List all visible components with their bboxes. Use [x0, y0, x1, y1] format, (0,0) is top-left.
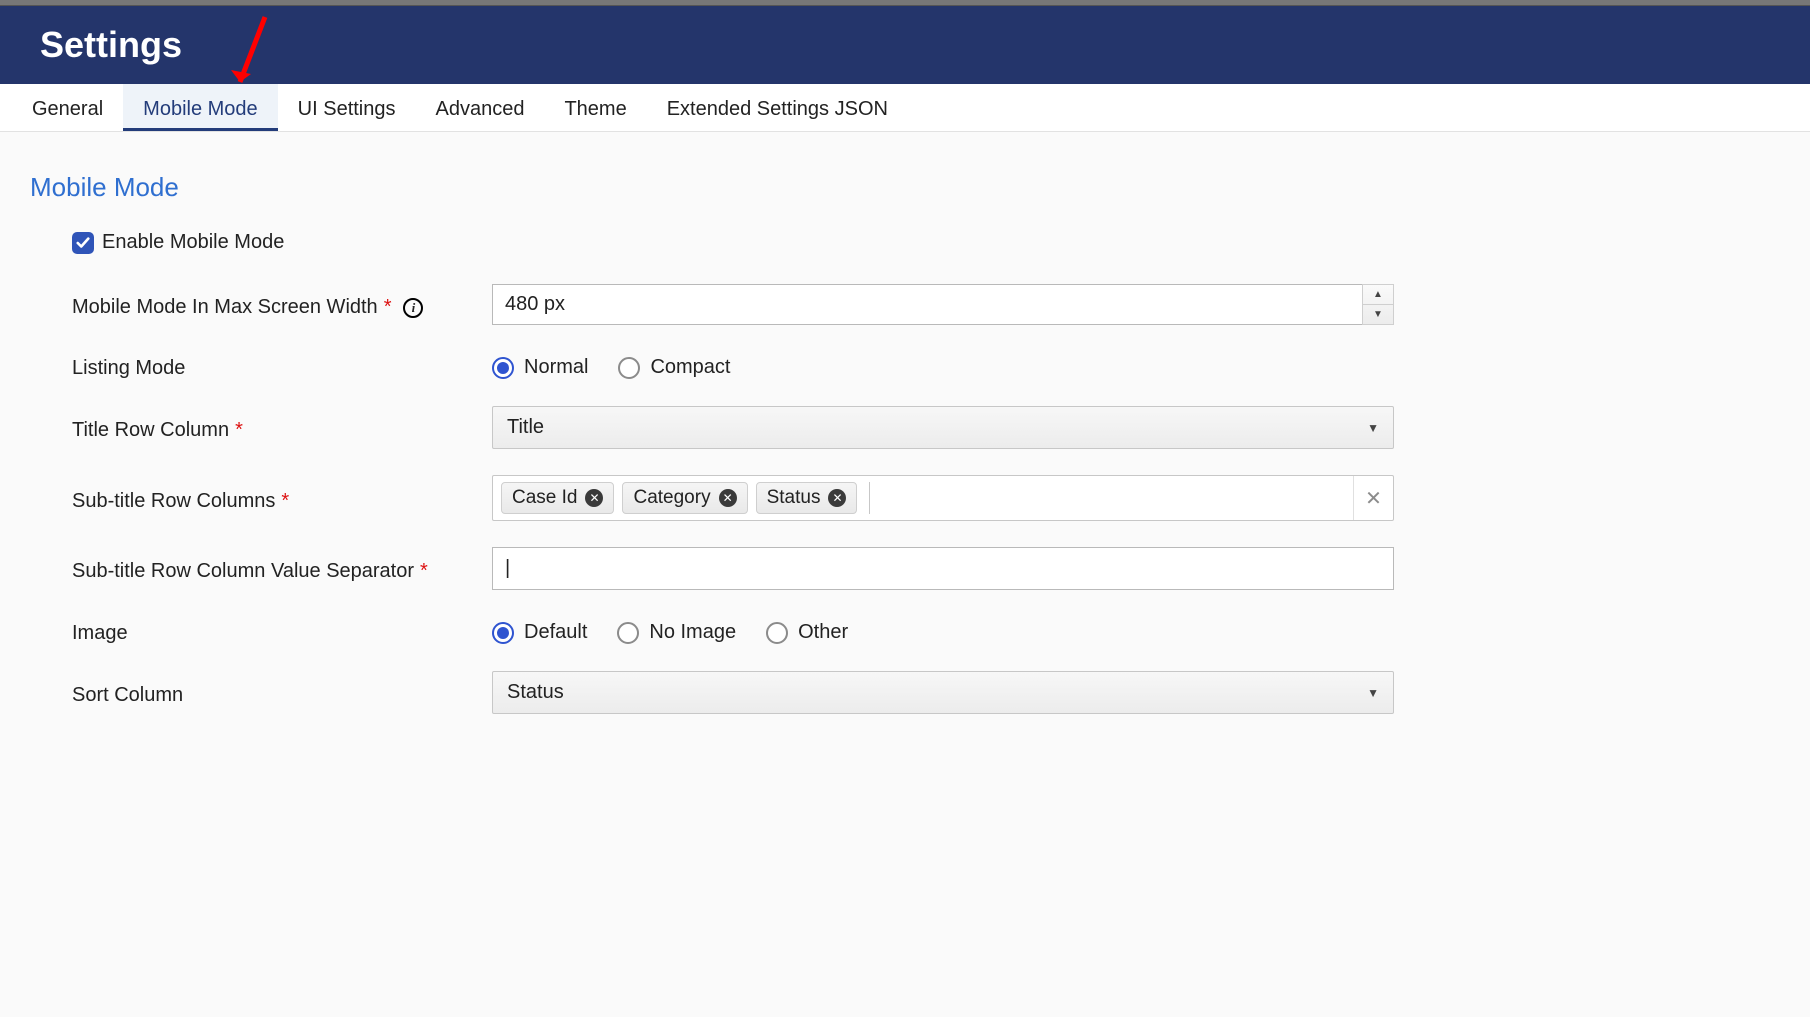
tab-ui-settings[interactable]: UI Settings	[278, 84, 416, 131]
required-mark: *	[384, 296, 392, 319]
listing-mode-label: Listing Mode	[72, 351, 492, 380]
subtitle-cols-label: Sub-title Row Columns*	[72, 475, 492, 521]
chevron-down-icon: ▼	[1367, 686, 1379, 700]
image-noimage-radio[interactable]: No Image	[617, 621, 736, 644]
tab-label: Mobile Mode	[143, 98, 258, 120]
image-default-radio[interactable]: Default	[492, 621, 587, 644]
required-mark: *	[235, 419, 243, 442]
sort-column-select[interactable]: Status ▼	[492, 671, 1394, 714]
form-grid: Mobile Mode In Max Screen Width* i ▲ ▼ L…	[72, 284, 1432, 714]
sort-column-label: Sort Column	[72, 671, 492, 714]
select-value: Status	[507, 681, 564, 703]
listing-mode-radios: Normal Compact	[492, 351, 1432, 380]
clear-all-chips-button[interactable]: ✕	[1353, 476, 1393, 520]
tab-general[interactable]: General	[12, 84, 123, 131]
title-row-select[interactable]: Title ▼	[492, 406, 1394, 449]
page-title: Settings	[40, 24, 1810, 66]
image-radios: Default No Image Other	[492, 616, 1432, 645]
radio-icon	[492, 622, 514, 644]
tab-advanced[interactable]: Advanced	[416, 84, 545, 131]
chip-container: Case Id ✕ Category ✕ Status ✕	[493, 476, 1353, 520]
enable-mobile-mode-row: Enable Mobile Mode	[72, 231, 1780, 254]
required-mark: *	[420, 560, 428, 583]
max-width-field: ▲ ▼	[492, 284, 1394, 325]
section-heading: Mobile Mode	[30, 172, 1780, 203]
select-value: Title	[507, 416, 544, 438]
tab-label: Extended Settings JSON	[667, 98, 888, 120]
tab-label: Theme	[564, 98, 626, 120]
chip-remove-icon[interactable]: ✕	[828, 489, 846, 507]
spinner-down-button[interactable]: ▼	[1363, 304, 1393, 324]
tab-label: UI Settings	[298, 98, 396, 120]
enable-mobile-mode-checkbox[interactable]	[72, 232, 94, 254]
tab-label: General	[32, 98, 103, 120]
settings-content: Mobile Mode Enable Mobile Mode Mobile Mo…	[0, 132, 1810, 754]
page-header: Settings	[0, 6, 1810, 84]
chip-status: Status ✕	[756, 482, 858, 514]
separator-label: Sub-title Row Column Value Separator*	[72, 547, 492, 590]
separator-input[interactable]	[492, 547, 1394, 590]
chip-remove-icon[interactable]: ✕	[719, 489, 737, 507]
image-label: Image	[72, 616, 492, 645]
tab-extended-json[interactable]: Extended Settings JSON	[647, 84, 908, 131]
radio-icon	[766, 622, 788, 644]
radio-icon	[617, 622, 639, 644]
spinner-up-button[interactable]: ▲	[1363, 285, 1393, 304]
chip-category: Category ✕	[622, 482, 747, 514]
radio-icon	[618, 357, 640, 379]
check-icon	[76, 236, 90, 250]
chip-remove-icon[interactable]: ✕	[585, 489, 603, 507]
chip-case-id: Case Id ✕	[501, 482, 614, 514]
listing-mode-normal-radio[interactable]: Normal	[492, 356, 588, 379]
subtitle-cols-field: Case Id ✕ Category ✕ Status ✕ ✕	[492, 475, 1394, 521]
tab-label: Advanced	[436, 98, 525, 120]
enable-mobile-mode-label: Enable Mobile Mode	[102, 231, 284, 254]
radio-icon	[492, 357, 514, 379]
max-width-label: Mobile Mode In Max Screen Width* i	[72, 284, 492, 325]
title-row-label: Title Row Column*	[72, 406, 492, 449]
image-other-radio[interactable]: Other	[766, 621, 848, 644]
settings-tabs: General Mobile Mode UI Settings Advanced…	[0, 84, 1810, 132]
max-width-spinner: ▲ ▼	[1362, 284, 1394, 325]
tab-theme[interactable]: Theme	[544, 84, 646, 131]
listing-mode-compact-radio[interactable]: Compact	[618, 356, 730, 379]
required-mark: *	[281, 490, 289, 513]
subtitle-cols-input[interactable]	[869, 482, 1345, 514]
max-width-input[interactable]	[492, 284, 1362, 325]
tab-mobile-mode[interactable]: Mobile Mode	[123, 84, 278, 131]
info-icon[interactable]: i	[403, 298, 423, 318]
chevron-down-icon: ▼	[1367, 421, 1379, 435]
